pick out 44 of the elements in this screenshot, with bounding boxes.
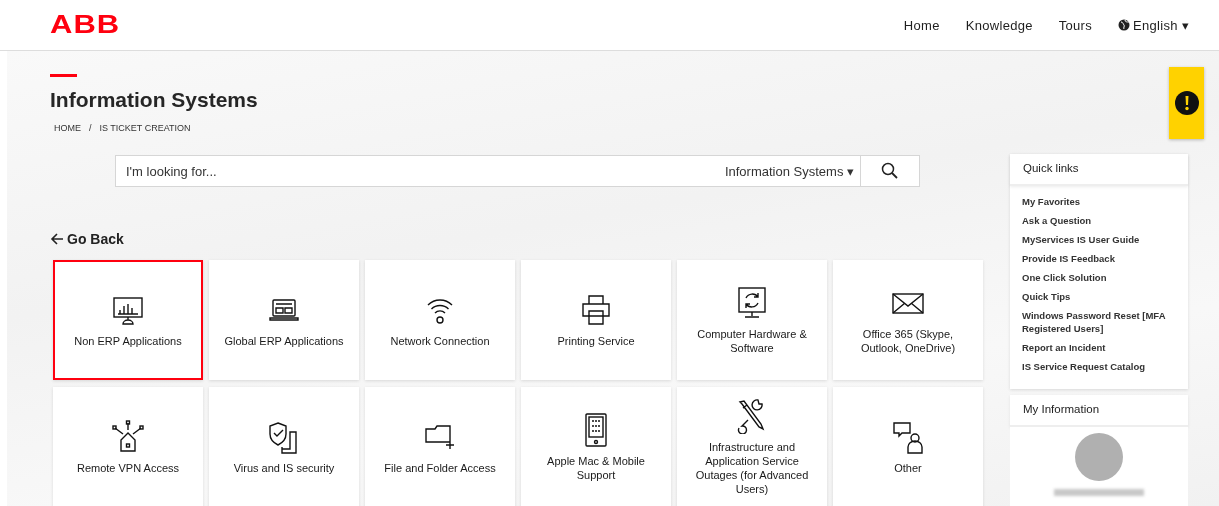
category-tile[interactable]: Global ERP Applications bbox=[209, 260, 359, 380]
page-title: Information Systems bbox=[50, 87, 259, 113]
category-tile[interactable]: Office 365 (Skype, Outlook, OneDrive) bbox=[833, 260, 983, 380]
quick-link[interactable]: Ask a Question bbox=[1022, 214, 1176, 227]
search-field[interactable]: I'm looking for... bbox=[115, 155, 719, 187]
exclamation-icon bbox=[1174, 91, 1199, 115]
quick-link[interactable]: MyServices IS User Guide bbox=[1022, 233, 1176, 246]
breadcrumb-separator: / bbox=[89, 123, 92, 133]
category-tile[interactable]: Virus and IS security bbox=[209, 387, 359, 506]
quick-link[interactable]: Report an Incident bbox=[1022, 341, 1176, 354]
category-tile[interactable]: Computer Hardware & Software bbox=[677, 260, 827, 380]
globe-icon bbox=[1118, 19, 1131, 31]
breadcrumb-link[interactable]: IS TICKET CREATION bbox=[99, 123, 191, 133]
avatar-icon bbox=[1075, 433, 1123, 481]
quick-link[interactable]: Windows Password Reset [MFA Registered Users] bbox=[1022, 309, 1176, 335]
language-dropdown[interactable]: English ▾ bbox=[1118, 17, 1189, 33]
nav-link[interactable]: Home bbox=[903, 17, 940, 33]
arrow-left-icon bbox=[50, 232, 64, 246]
quick-link[interactable]: IS Service Request Catalog bbox=[1022, 360, 1176, 373]
quick-link[interactable]: My Favorites bbox=[1022, 195, 1176, 208]
category-tile[interactable]: Printing Service bbox=[521, 260, 671, 380]
category-tile[interactable]: Remote VPN Access bbox=[53, 387, 203, 506]
panel-title: My Information bbox=[1010, 395, 1188, 427]
category-tile[interactable]: Infrastructure and Application Service Outages (for Advanced Users) bbox=[677, 387, 827, 506]
quick-link[interactable]: Quick Tips bbox=[1022, 290, 1176, 303]
nav-link[interactable]: Knowledge bbox=[965, 17, 1033, 33]
category-tile[interactable]: Non ERP Applications bbox=[53, 260, 203, 380]
category-tile[interactable]: File and Folder Access bbox=[365, 387, 515, 506]
search-button[interactable] bbox=[860, 155, 920, 187]
quick-link[interactable]: One Click Solution bbox=[1022, 271, 1176, 284]
chat-person-icon bbox=[890, 419, 926, 455]
search-icon bbox=[881, 162, 899, 180]
category-tile[interactable]: Apple Mac & Mobile Support bbox=[521, 387, 671, 506]
house-network-icon bbox=[110, 419, 146, 455]
feedback-tab[interactable] bbox=[1169, 67, 1204, 139]
breadcrumb-link[interactable]: HOME bbox=[54, 123, 81, 133]
accent-bar bbox=[50, 74, 77, 77]
category-tile[interactable]: Network Connection bbox=[365, 260, 515, 380]
abb-logo[interactable]: ABB bbox=[50, 10, 121, 38]
go-back-link[interactable]: Go Back bbox=[50, 231, 124, 247]
category-tile[interactable]: Other bbox=[833, 387, 983, 506]
quick-link[interactable]: Provide IS Feedback bbox=[1022, 252, 1176, 265]
nav-link[interactable]: Tours bbox=[1058, 17, 1093, 33]
scope-dropdown[interactable]: Information Systems ▾ bbox=[718, 155, 860, 187]
